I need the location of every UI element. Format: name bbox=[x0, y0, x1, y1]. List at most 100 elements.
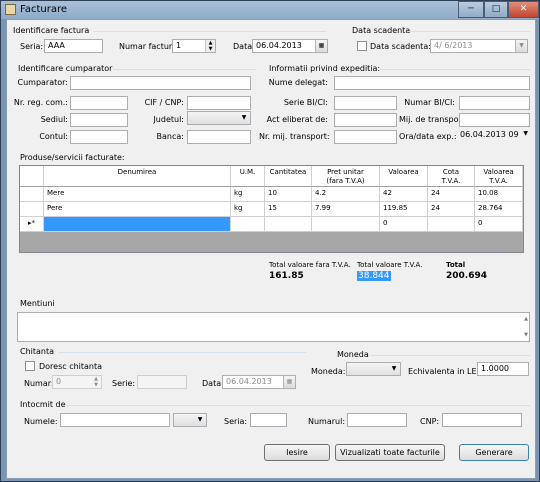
divider bbox=[407, 31, 530, 32]
sediul-input[interactable] bbox=[70, 113, 128, 127]
scroll-down-icon[interactable]: ▼ bbox=[524, 330, 528, 340]
maximize-button[interactable]: □ bbox=[484, 1, 508, 18]
numar-bi-input[interactable] bbox=[459, 96, 530, 110]
chitanta-serie-input[interactable] bbox=[137, 375, 187, 389]
dropdown-arrow-icon: ▼ bbox=[515, 40, 527, 52]
cnp-input[interactable] bbox=[442, 413, 522, 427]
grid-cell[interactable]: 0 bbox=[475, 217, 523, 232]
grid-cell[interactable]: 119.85 bbox=[380, 202, 428, 217]
grid-cell[interactable] bbox=[312, 217, 380, 232]
grid-column-header[interactable]: Cantitatea bbox=[265, 166, 312, 187]
invoice-date-picker[interactable]: 06.04.2013 ▦ bbox=[252, 39, 328, 53]
divider bbox=[59, 352, 306, 353]
numar-bi-label: Numar BI/CI: bbox=[404, 98, 455, 107]
nume-delegat-input[interactable] bbox=[334, 76, 530, 90]
intocmit-numarul-input[interactable] bbox=[347, 413, 407, 427]
act-eliberat-input[interactable] bbox=[334, 113, 397, 127]
seria-input[interactable]: AAA bbox=[44, 39, 103, 53]
contul-label: Contul: bbox=[39, 132, 68, 141]
nr-mij-transport-input[interactable] bbox=[334, 130, 397, 144]
chitanta-date-value: 06.04.2013 bbox=[226, 377, 272, 386]
spin-down-icon[interactable]: ▼ bbox=[91, 382, 101, 388]
chitanta-numar-stepper[interactable]: 0 ▲ ▼ bbox=[52, 375, 102, 389]
grid-cell[interactable]: 24 bbox=[428, 187, 475, 202]
calendar-dropdown-icon[interactable]: ▦ bbox=[315, 40, 327, 52]
grid-column-header[interactable]: Valoarea bbox=[380, 166, 428, 187]
grid-cell[interactable] bbox=[265, 217, 312, 232]
echivalenta-label: Echivalenta in LEI: bbox=[408, 367, 482, 376]
intocmit-group-title: Intocmit de bbox=[20, 400, 66, 409]
intocmit-seria-input[interactable] bbox=[250, 413, 287, 427]
scroll-up-icon[interactable]: ▲ bbox=[524, 314, 528, 324]
cnp-label: CNP: bbox=[420, 417, 440, 426]
spin-down-icon[interactable]: ▼ bbox=[205, 46, 215, 52]
mij-transport-input[interactable] bbox=[459, 113, 530, 127]
judetul-dropdown[interactable]: ▼ bbox=[187, 111, 251, 125]
numele-input[interactable] bbox=[60, 413, 170, 427]
new-row-cell-selected[interactable] bbox=[44, 217, 231, 232]
row-header[interactable] bbox=[20, 202, 44, 217]
grid-cell[interactable]: 10.08 bbox=[475, 187, 523, 202]
app-icon bbox=[5, 4, 16, 15]
due-date-checkbox[interactable] bbox=[357, 41, 367, 51]
numar-factura-stepper[interactable]: 1 ▲ ▼ bbox=[172, 39, 216, 53]
grid-cell[interactable]: 0 bbox=[380, 217, 428, 232]
serie-bi-input[interactable] bbox=[334, 96, 397, 110]
grid-cell[interactable]: Mere bbox=[44, 187, 231, 202]
numele-dropdown[interactable]: ▼ bbox=[173, 413, 207, 427]
generare-button[interactable]: Generare bbox=[459, 444, 529, 461]
chitanta-date-picker[interactable]: 06.04.2013 ▦ bbox=[222, 375, 296, 389]
grid-cell[interactable]: kg bbox=[231, 187, 265, 202]
contul-input[interactable] bbox=[70, 130, 128, 144]
ora-data-exp-label: Ora/data exp.: bbox=[399, 132, 457, 141]
cumparator-input[interactable] bbox=[70, 76, 251, 90]
grid-cell[interactable]: kg bbox=[231, 202, 265, 217]
grid-cell[interactable]: Pere bbox=[44, 202, 231, 217]
due-date-checkbox-label: Data scadenta: bbox=[370, 42, 431, 51]
grid-column-header[interactable]: Cota T.V.A. bbox=[428, 166, 475, 187]
title-bar: Facturare ─ □ ✕ bbox=[1, 1, 539, 19]
grid-corner-header bbox=[20, 166, 44, 187]
new-row-marker-icon[interactable]: ▸* bbox=[20, 217, 44, 232]
grid-cell[interactable] bbox=[231, 217, 265, 232]
dropdown-arrow-icon: ▼ bbox=[241, 114, 247, 121]
iesire-button[interactable]: Iesire bbox=[264, 444, 330, 461]
numele-label: Numele: bbox=[24, 417, 58, 426]
grid-column-header[interactable]: U.M. bbox=[231, 166, 265, 187]
grid-cell[interactable]: 4.2 bbox=[312, 187, 380, 202]
form-client-area: Identificare factura Seria: AAA Numar fa… bbox=[6, 19, 536, 479]
grid-cell[interactable]: 28.764 bbox=[475, 202, 523, 217]
grid-column-header[interactable]: Valoarea T.V.A. bbox=[475, 166, 523, 187]
banca-input[interactable] bbox=[187, 130, 251, 144]
divider bbox=[113, 69, 256, 70]
grid-column-header[interactable]: Pret unitar (fara T.V.A) bbox=[312, 166, 380, 187]
chitanta-group-title: Chitanta bbox=[20, 347, 55, 356]
due-date-picker[interactable]: 4/ 6/2013 ▼ bbox=[430, 39, 528, 53]
cif-cnp-input[interactable] bbox=[187, 96, 251, 110]
grid-cell[interactable] bbox=[428, 217, 475, 232]
grid-cell[interactable]: 7.99 bbox=[312, 202, 380, 217]
total-tva-value[interactable]: 38.844 bbox=[357, 271, 391, 281]
nr-reg-com-input[interactable] bbox=[70, 96, 128, 110]
total-value: 200.694 bbox=[446, 271, 487, 281]
moneda-dropdown[interactable]: ▼ bbox=[346, 362, 401, 376]
ora-data-exp-picker[interactable]: 06.04.2013 09 ▼ bbox=[456, 128, 530, 142]
grid-column-header[interactable]: Denumirea bbox=[44, 166, 231, 187]
echivalenta-input[interactable]: 1.0000 bbox=[477, 362, 529, 376]
grid-cell[interactable]: 15 bbox=[265, 202, 312, 217]
cif-cnp-label: CIF / CNP: bbox=[144, 98, 184, 107]
minimize-button[interactable]: ─ bbox=[458, 1, 484, 18]
dropdown-arrow-icon: ▼ bbox=[523, 130, 528, 137]
grid-cell[interactable]: 10 bbox=[265, 187, 312, 202]
chitanta-checkbox[interactable] bbox=[25, 361, 35, 371]
grid-cell[interactable]: 42 bbox=[380, 187, 428, 202]
grid-cell[interactable]: 24 bbox=[428, 202, 475, 217]
divider bbox=[67, 405, 530, 406]
row-header[interactable] bbox=[20, 187, 44, 202]
close-button[interactable]: ✕ bbox=[508, 1, 539, 18]
mentiuni-group-title: Mentiuni bbox=[20, 299, 55, 308]
mentiuni-textarea[interactable]: ▲ ▼ bbox=[17, 312, 530, 342]
vizualizati-facturile-button[interactable]: Vizualizati toate facturile bbox=[335, 444, 445, 461]
seria-label: Seria: bbox=[20, 42, 44, 51]
products-grid[interactable]: Denumirea U.M. Cantitatea Pret unitar (fa… bbox=[19, 165, 524, 253]
